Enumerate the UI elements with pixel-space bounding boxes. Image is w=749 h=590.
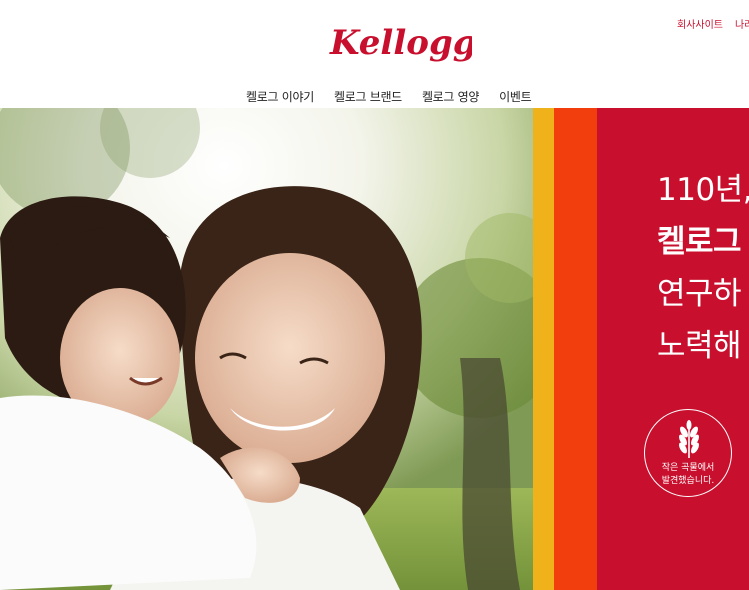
hero-text-panel: 110년, 켈로그 연구하 노력해 작은 곡물에서 발견했습니다. <box>597 108 749 590</box>
hero-line-1: 110년, <box>657 172 749 208</box>
logo-wordmark: Kellogg's <box>329 23 472 63</box>
kelloggs-logo[interactable]: Kellogg's <box>326 14 506 68</box>
country-select-link[interactable]: 나라 <box>735 16 749 31</box>
badge-caption-line-2: 발견했습니다. <box>661 476 715 486</box>
badge-caption-line-1: 작은 곡물에서 <box>661 463 715 473</box>
grain-badge[interactable]: 작은 곡물에서 발견했습니다. <box>644 409 732 497</box>
nav-events[interactable]: 이벤트 <box>499 88 532 105</box>
badge-caption: 작은 곡물에서 발견했습니다. <box>645 462 731 488</box>
kelloggs-logo-graphic: Kellogg's <box>329 23 506 63</box>
utility-links: 회사사이트 나라 <box>677 16 749 31</box>
hero-line-2: 켈로그 <box>657 224 742 260</box>
main-navigation: 켈로그 이야기 켈로그 브랜드 켈로그 영양 이벤트 <box>246 88 532 105</box>
hero-line-3: 연구하 <box>657 276 742 312</box>
nav-kelloggs-story[interactable]: 켈로그 이야기 <box>246 88 314 105</box>
hero-headline: 110년, 켈로그 연구하 노력해 <box>657 164 749 372</box>
corporate-site-link[interactable]: 회사사이트 <box>677 16 723 31</box>
nav-kelloggs-nutrition[interactable]: 켈로그 영양 <box>422 88 480 105</box>
accent-stripe-yellow <box>533 108 554 590</box>
hero-line-4: 노력해 <box>657 328 742 364</box>
site-header: Kellogg's 회사사이트 나라 켈로그 이야기 켈로그 브랜드 켈로그 영… <box>0 0 749 108</box>
accent-stripe-orange <box>554 108 597 590</box>
nav-kelloggs-brands[interactable]: 켈로그 브랜드 <box>334 88 402 105</box>
hero-photo-mother-child <box>0 108 533 590</box>
wheat-icon <box>679 420 699 458</box>
hero-banner: 110년, 켈로그 연구하 노력해 작은 곡물에서 발견했습니다. <box>0 108 749 590</box>
